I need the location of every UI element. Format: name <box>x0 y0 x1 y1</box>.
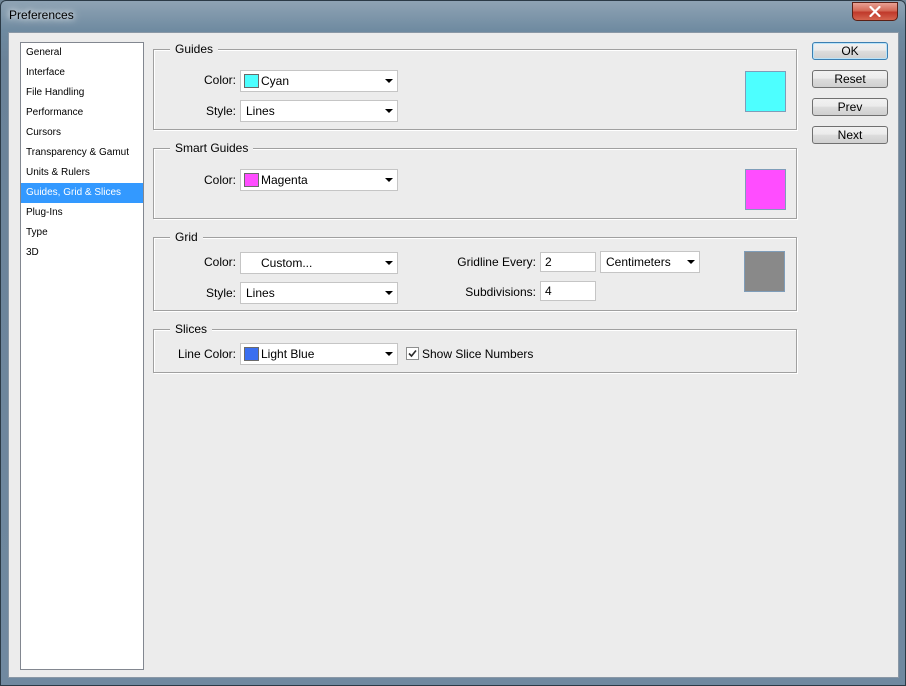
gridline-every-input[interactable]: 2 <box>540 252 596 272</box>
subdivisions-input[interactable]: 4 <box>540 281 596 301</box>
slices-group: Slices Line Color: Light Blue Show Slice… <box>153 321 797 373</box>
preferences-window: Preferences General Interface File Handl… <box>0 0 906 686</box>
smart-guides-group: Smart Guides Color: Magenta <box>153 140 797 219</box>
show-slice-numbers-checkbox[interactable] <box>406 347 419 360</box>
slices-line-color-swatch <box>244 347 259 361</box>
sidebar-item-file-handling[interactable]: File Handling <box>21 83 143 103</box>
chevron-down-icon <box>385 291 393 295</box>
close-icon <box>869 6 881 17</box>
grid-group: Grid Color: Custom... Style: Lines Gridl… <box>153 229 797 311</box>
ok-button[interactable]: OK <box>812 42 888 60</box>
guides-style-value: Lines <box>246 104 275 118</box>
grid-style-label: Style: <box>205 286 236 300</box>
guides-style-label: Style: <box>205 104 236 118</box>
chevron-down-icon <box>385 79 393 83</box>
smart-guides-color-swatch <box>244 173 259 187</box>
grid-style-dropdown[interactable]: Lines <box>240 282 398 304</box>
guides-color-preview[interactable] <box>745 71 786 112</box>
slices-line-color-label: Line Color: <box>177 347 236 361</box>
sidebar-item-interface[interactable]: Interface <box>21 63 143 83</box>
gridline-every-label: Gridline Every: <box>457 255 536 269</box>
checkmark-icon <box>408 349 417 358</box>
chevron-down-icon <box>385 261 393 265</box>
dialog-client-area: General Interface File Handling Performa… <box>8 32 899 678</box>
window-title: Preferences <box>9 8 74 22</box>
grid-style-value: Lines <box>246 286 275 300</box>
smart-guides-group-title: Smart Guides <box>170 140 254 156</box>
grid-color-value: Custom... <box>261 256 313 270</box>
guides-color-dropdown[interactable]: Cyan <box>240 70 398 92</box>
guides-group-title: Guides <box>170 41 219 57</box>
guides-color-label: Color: <box>203 73 236 87</box>
title-bar[interactable]: Preferences <box>1 1 905 31</box>
slices-group-title: Slices <box>170 321 213 337</box>
chevron-down-icon <box>385 178 393 182</box>
show-slice-numbers-label[interactable]: Show Slice Numbers <box>422 347 533 361</box>
smart-guides-color-dropdown[interactable]: Magenta <box>240 169 398 191</box>
category-list[interactable]: General Interface File Handling Performa… <box>20 42 144 670</box>
chevron-down-icon <box>385 109 393 113</box>
grid-group-title: Grid <box>170 229 203 245</box>
grid-color-label: Color: <box>203 255 236 269</box>
chevron-down-icon <box>687 260 695 264</box>
grid-color-dropdown[interactable]: Custom... <box>240 252 398 274</box>
guides-group: Guides Color: Cyan Style: Lines <box>153 41 797 130</box>
chevron-down-icon <box>385 352 393 356</box>
guides-color-value: Cyan <box>261 74 290 88</box>
smart-guides-color-value: Magenta <box>261 173 308 187</box>
sidebar-item-type[interactable]: Type <box>21 223 143 243</box>
smart-guides-color-label: Color: <box>203 173 236 187</box>
sidebar-item-performance[interactable]: Performance <box>21 103 143 123</box>
subdivisions-label: Subdivisions: <box>465 285 536 299</box>
gridline-unit-dropdown[interactable]: Centimeters <box>600 251 700 273</box>
slices-line-color-dropdown[interactable]: Light Blue <box>240 343 398 365</box>
reset-button[interactable]: Reset <box>812 70 888 88</box>
sidebar-item-units-rulers[interactable]: Units & Rulers <box>21 163 143 183</box>
sidebar-item-3d[interactable]: 3D <box>21 243 143 263</box>
slices-line-color-value: Light Blue <box>261 347 315 361</box>
smart-guides-color-preview[interactable] <box>745 169 786 210</box>
prev-button[interactable]: Prev <box>812 98 888 116</box>
sidebar-item-guides-grid-slices[interactable]: Guides, Grid & Slices <box>21 183 143 203</box>
close-button[interactable] <box>852 2 898 21</box>
gridline-unit-value: Centimeters <box>606 255 671 269</box>
sidebar-item-cursors[interactable]: Cursors <box>21 123 143 143</box>
next-button[interactable]: Next <box>812 126 888 144</box>
sidebar-item-general[interactable]: General <box>21 43 143 63</box>
guides-color-swatch <box>244 74 259 88</box>
sidebar-item-plug-ins[interactable]: Plug-Ins <box>21 203 143 223</box>
guides-style-dropdown[interactable]: Lines <box>240 100 398 122</box>
sidebar-item-transparency-gamut[interactable]: Transparency & Gamut <box>21 143 143 163</box>
grid-color-preview[interactable] <box>744 251 785 292</box>
